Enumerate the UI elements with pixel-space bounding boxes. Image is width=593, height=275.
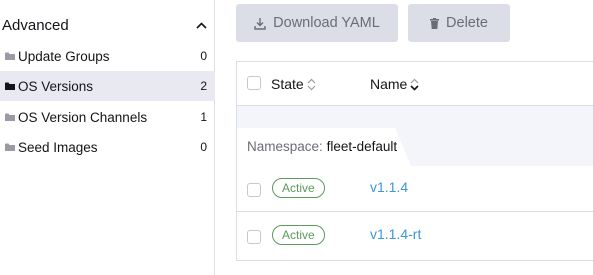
folder-icon — [5, 52, 15, 60]
folder-icon — [5, 82, 15, 90]
folder-icon — [5, 143, 15, 151]
column-header-label: State — [271, 76, 304, 92]
table-row: Active v1.1.4-rt — [237, 213, 593, 259]
folder-icon — [5, 113, 15, 121]
select-all-checkbox[interactable] — [247, 76, 261, 90]
sidebar-item-label: OS Version Channels — [18, 109, 148, 125]
sidebar-item-update-groups[interactable]: Update Groups 0 — [0, 41, 215, 71]
sidebar-item-label: Seed Images — [18, 139, 98, 155]
download-yaml-button[interactable]: Download YAML — [236, 4, 398, 42]
group-label: Namespace: fleet-default — [247, 139, 397, 154]
sidebar-item-os-versions[interactable]: OS Versions 2 — [0, 71, 215, 101]
sort-icon — [307, 78, 316, 91]
sidebar-item-count: 1 — [200, 110, 207, 124]
sidebar-item-seed-images[interactable]: Seed Images 0 — [0, 132, 215, 162]
sort-icon — [410, 78, 419, 91]
name-link[interactable]: v1.1.4-rt — [370, 226, 421, 242]
table-row: Active v1.1.4 — [237, 166, 593, 212]
sidebar-group-advanced[interactable]: Advanced — [0, 14, 215, 36]
download-icon — [254, 17, 266, 30]
trash-icon — [430, 17, 440, 29]
status-badge: Active — [272, 225, 325, 245]
name-link[interactable]: v1.1.4 — [370, 179, 408, 195]
sidebar-item-count: 0 — [200, 49, 207, 63]
sidebar-item-label: OS Versions — [18, 78, 94, 94]
column-header-state[interactable]: State — [271, 76, 316, 92]
delete-button[interactable]: Delete — [408, 4, 510, 42]
group-key: Namespace: — [247, 139, 323, 154]
download-yaml-label: Download YAML — [273, 15, 380, 31]
chevron-up-icon — [196, 21, 207, 29]
sidebar-item-os-version-channels[interactable]: OS Version Channels 1 — [0, 102, 215, 132]
row-checkbox[interactable] — [247, 183, 261, 197]
group-value: fleet-default — [326, 139, 398, 154]
os-versions-table: State Name Namespace: fleet-default Acti… — [236, 61, 593, 261]
sidebar-item-count: 0 — [200, 140, 207, 154]
column-header-name[interactable]: Name — [370, 76, 419, 92]
row-checkbox[interactable] — [247, 230, 261, 244]
group-row: Namespace: fleet-default — [237, 106, 593, 166]
table-header: State Name — [237, 62, 593, 106]
delete-label: Delete — [446, 15, 488, 31]
column-header-label: Name — [370, 76, 408, 92]
sidebar-item-label: Update Groups — [18, 48, 110, 64]
sidebar: Advanced Update Groups 0 OS Versions 2 O… — [0, 0, 215, 275]
status-badge: Active — [272, 178, 325, 198]
sidebar-group-label: Advanced — [2, 16, 69, 34]
main-content: Download YAML Delete State Name Namespac… — [216, 0, 593, 275]
sidebar-item-count: 2 — [200, 79, 207, 93]
